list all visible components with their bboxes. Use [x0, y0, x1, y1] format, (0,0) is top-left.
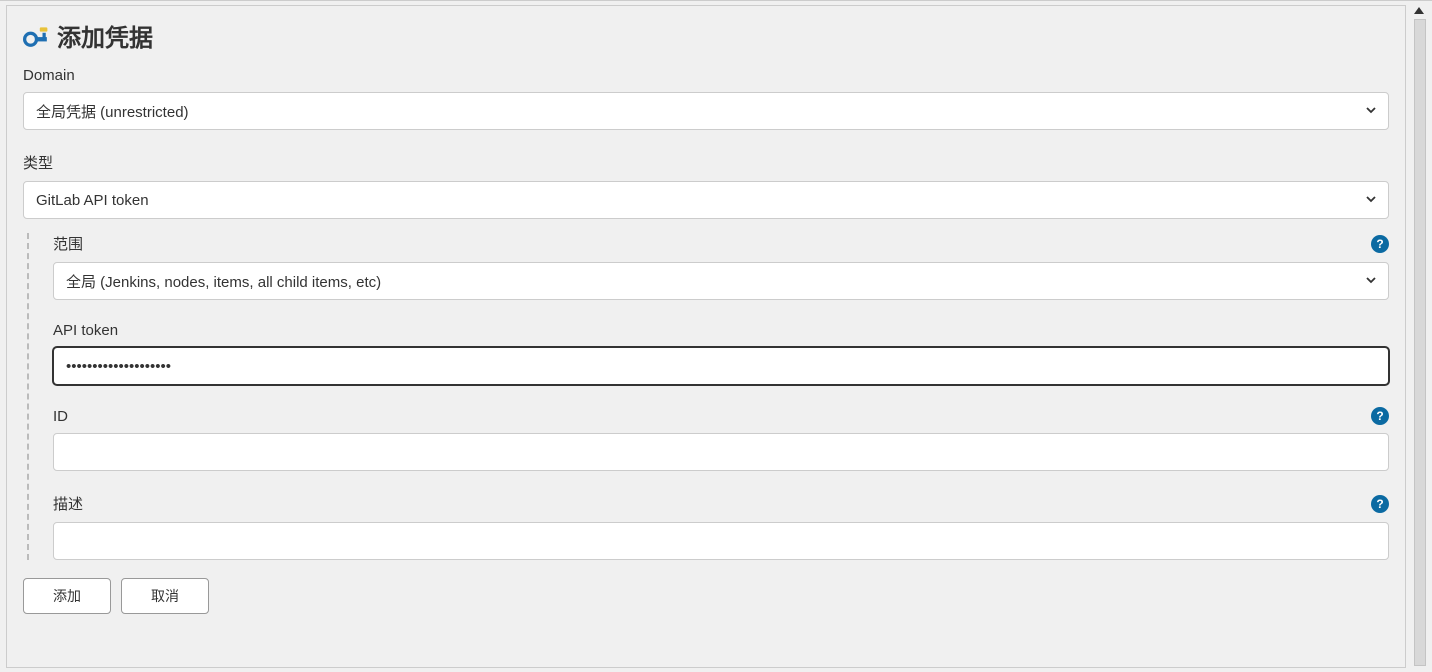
description-label: 描述 — [53, 493, 83, 514]
cancel-button[interactable]: 取消 — [121, 578, 209, 614]
kind-select-value: GitLab API token — [36, 192, 149, 209]
dialog-title: 添加凭据 — [57, 18, 153, 53]
vertical-scrollbar[interactable] — [1414, 19, 1426, 666]
dialog-title-row: 添加凭据 — [23, 18, 1389, 53]
scope-label: 范围 — [53, 233, 83, 254]
help-icon[interactable]: ? — [1371, 235, 1389, 253]
scope-select[interactable]: 全局 (Jenkins, nodes, items, all child ite… — [53, 262, 1389, 300]
kind-field: 类型 GitLab API token — [23, 152, 1389, 219]
domain-field: Domain 全局凭据 (unrestricted) — [23, 67, 1389, 130]
help-icon[interactable]: ? — [1371, 407, 1389, 425]
scope-field: 范围 ? 全局 (Jenkins, nodes, items, all chil… — [53, 233, 1389, 300]
scope-select-value: 全局 (Jenkins, nodes, items, all child ite… — [66, 271, 381, 292]
domain-select[interactable]: 全局凭据 (unrestricted) — [23, 92, 1389, 130]
api-token-label: API token — [53, 322, 1389, 339]
add-credentials-dialog: 添加凭据 Domain 全局凭据 (unrestricted) 类型 GitLa… — [6, 5, 1406, 668]
kind-nested-section: 范围 ? 全局 (Jenkins, nodes, items, all chil… — [27, 233, 1389, 560]
description-field: 描述 ? — [53, 493, 1389, 560]
id-field: ID ? — [53, 407, 1389, 471]
api-token-field: API token — [53, 322, 1389, 385]
id-label: ID — [53, 408, 68, 425]
help-icon[interactable]: ? — [1371, 495, 1389, 513]
dialog-button-row: 添加 取消 — [23, 578, 1389, 614]
api-token-input[interactable] — [53, 347, 1389, 385]
kind-label: 类型 — [23, 152, 1389, 173]
scroll-up-arrow-icon[interactable] — [1414, 7, 1424, 14]
description-input[interactable] — [53, 522, 1389, 560]
key-icon — [23, 25, 49, 47]
domain-label: Domain — [23, 67, 1389, 84]
kind-select[interactable]: GitLab API token — [23, 181, 1389, 219]
id-input[interactable] — [53, 433, 1389, 471]
add-button[interactable]: 添加 — [23, 578, 111, 614]
domain-select-value: 全局凭据 (unrestricted) — [36, 101, 189, 122]
